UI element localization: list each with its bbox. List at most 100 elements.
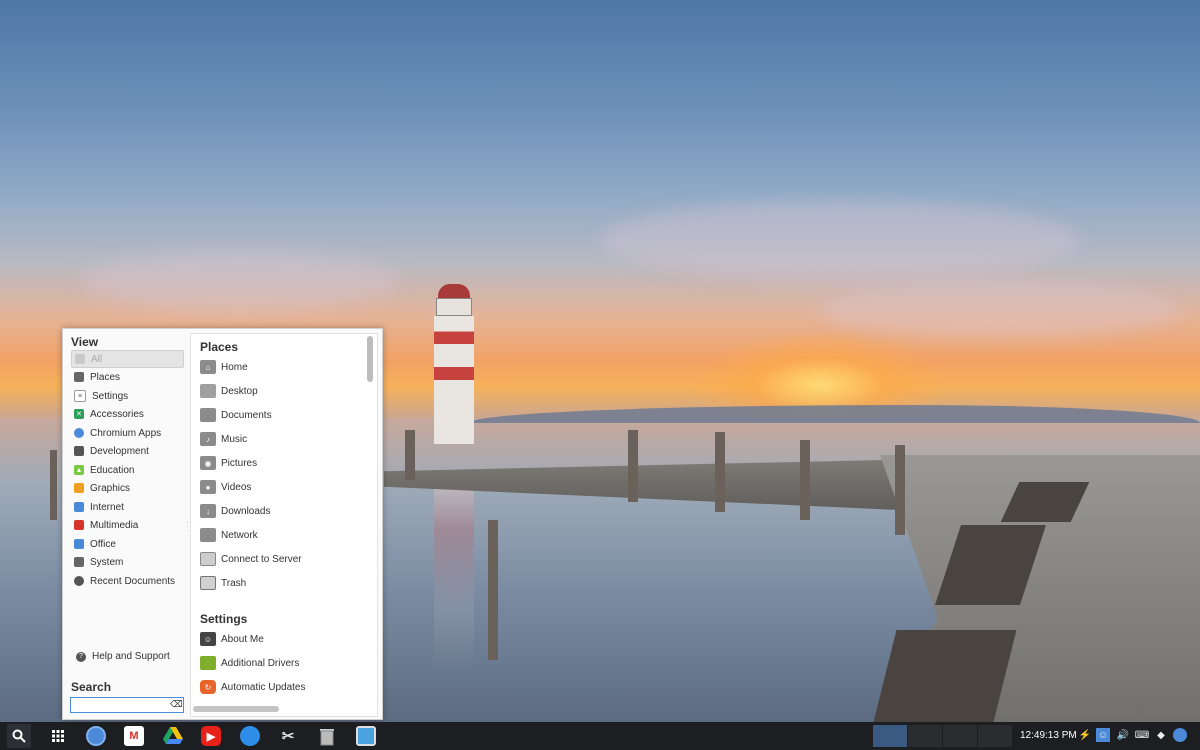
view-item-system[interactable]: System	[71, 553, 184, 571]
place-home[interactable]: ⌂ Home	[200, 356, 248, 378]
view-item-label: System	[90, 556, 124, 568]
view-item-settings[interactable]: ≡ Settings	[71, 387, 184, 405]
keyboard-icon[interactable]: ⌨	[1135, 728, 1149, 742]
vertical-scrollbar[interactable]	[367, 336, 373, 382]
cloud	[600, 200, 1080, 280]
view-item-label: Accessories	[90, 408, 144, 420]
youtube-icon[interactable]: ▶	[201, 726, 221, 746]
app-launcher-button[interactable]	[46, 724, 70, 748]
lighthouse-reflection	[434, 470, 474, 670]
updates-icon: ↻	[200, 680, 216, 694]
view-item-label: Development	[90, 445, 149, 457]
user-icon[interactable]: ☺	[1096, 728, 1110, 742]
setting-automatic-updates[interactable]: ↻ Automatic Updates	[200, 676, 306, 698]
setting-label: Automatic Updates	[221, 681, 306, 693]
workspace-1[interactable]	[873, 725, 907, 747]
view-item-education[interactable]: ▲ Education	[71, 461, 184, 479]
view-item-label: Graphics	[90, 482, 131, 494]
downloads-icon: ↓	[200, 504, 216, 518]
all-icon	[75, 354, 85, 364]
workspace-3[interactable]	[943, 725, 977, 747]
dropbox-icon[interactable]: ◆	[1154, 728, 1168, 742]
view-title: View	[71, 335, 99, 349]
view-item-multimedia[interactable]: Multimedia	[71, 516, 184, 534]
settings-title: Settings	[200, 612, 248, 626]
office-icon	[74, 539, 84, 549]
workspace-2[interactable]	[908, 725, 942, 747]
view-item-label: Places	[90, 371, 121, 383]
place-label: Downloads	[221, 505, 271, 517]
lighthouse-tower	[434, 316, 474, 444]
setting-additional-drivers[interactable]: Additional Drivers	[200, 652, 299, 674]
help-and-support[interactable]: ? Help and Support	[73, 651, 170, 662]
view-item-label: Office	[90, 538, 116, 550]
home-icon: ⌂	[200, 360, 216, 374]
place-label: Videos	[221, 481, 252, 493]
view-item-office[interactable]: Office	[71, 535, 184, 553]
view-item-label: Recent Documents	[90, 575, 176, 587]
clock[interactable]: 12:49:13 PM	[1020, 730, 1077, 741]
view-item-recent-documents[interactable]: Recent Documents	[71, 572, 184, 590]
horizontal-scrollbar[interactable]	[193, 706, 279, 712]
drive-triangle-icon	[163, 727, 183, 744]
chromium-tray-icon[interactable]	[1173, 728, 1187, 742]
search-icon	[12, 729, 26, 743]
search-button[interactable]	[7, 724, 31, 748]
place-videos[interactable]: ● Videos	[200, 476, 251, 498]
view-item-accessories[interactable]: ✕ Accessories	[71, 405, 184, 423]
taskbar: M ▶ ✂ 12:49:13 PM ⚡ ☺ 🔊 ⌨ ◆	[0, 722, 1200, 750]
lighthouse	[432, 284, 476, 444]
setting-about-me[interactable]: ☺ About Me	[200, 628, 264, 650]
view-item-label: Settings	[92, 390, 129, 402]
internet-icon	[74, 502, 84, 512]
place-connect-to-server[interactable]: Connect to Server	[200, 548, 302, 570]
view-item-label: All	[91, 353, 103, 365]
view-item-all[interactable]: All	[71, 350, 184, 368]
place-documents[interactable]: Documents	[200, 404, 272, 426]
clear-search-icon[interactable]: ⌫	[170, 700, 183, 709]
place-desktop[interactable]: Desktop	[200, 380, 258, 402]
place-label: Documents	[221, 409, 272, 421]
workspace-4[interactable]	[978, 725, 1012, 747]
view-item-places[interactable]: Places	[71, 368, 184, 386]
place-label: Connect to Server	[221, 553, 302, 565]
network-activity-icon[interactable]: ⚡	[1078, 728, 1092, 742]
pier-post	[50, 450, 57, 520]
gmail-icon[interactable]: M	[124, 726, 144, 746]
folder-icon	[74, 372, 84, 382]
view-item-chromium-apps[interactable]: Chromium Apps	[71, 424, 184, 442]
panel-divider-handle[interactable]: · · ·	[186, 519, 189, 535]
place-label: Music	[221, 433, 248, 445]
place-music[interactable]: ♪ Music	[200, 428, 247, 450]
view-item-graphics[interactable]: Graphics	[71, 479, 184, 497]
trash-icon[interactable]	[317, 726, 337, 746]
application-menu: View All Places ≡ Settings ✕ Accessories…	[62, 328, 383, 720]
google-drive-icon[interactable]	[163, 726, 183, 746]
accessories-icon: ✕	[74, 409, 84, 419]
chromium-icon	[74, 428, 84, 438]
place-label: Trash	[221, 577, 247, 589]
pier-post	[405, 430, 415, 480]
place-pictures[interactable]: ◉ Pictures	[200, 452, 257, 474]
window-icon[interactable]	[356, 726, 376, 746]
scissors-icon[interactable]: ✂	[278, 726, 298, 746]
graphics-icon	[74, 483, 84, 493]
files-icon[interactable]	[240, 726, 260, 746]
view-item-label: Chromium Apps	[90, 427, 162, 439]
setting-label: Additional Drivers	[221, 657, 300, 669]
view-item-internet[interactable]: Internet	[71, 498, 184, 516]
place-label: Network	[221, 529, 258, 541]
place-downloads[interactable]: ↓ Downloads	[200, 500, 270, 522]
volume-icon[interactable]: 🔊	[1116, 728, 1130, 742]
about-me-icon: ☺	[200, 632, 216, 646]
view-item-label: Internet	[90, 501, 124, 513]
items-panel: Places ⌂ Home Desktop Documents ♪ Music …	[190, 333, 378, 717]
place-trash[interactable]: Trash	[200, 572, 246, 594]
bench	[873, 630, 1017, 722]
search-input[interactable]: ⌫	[70, 697, 184, 713]
view-item-development[interactable]: Development	[71, 442, 184, 460]
place-network[interactable]: Network	[200, 524, 258, 546]
pier-post	[715, 432, 725, 512]
grid-icon	[52, 730, 64, 742]
chromium-icon[interactable]	[86, 726, 106, 746]
